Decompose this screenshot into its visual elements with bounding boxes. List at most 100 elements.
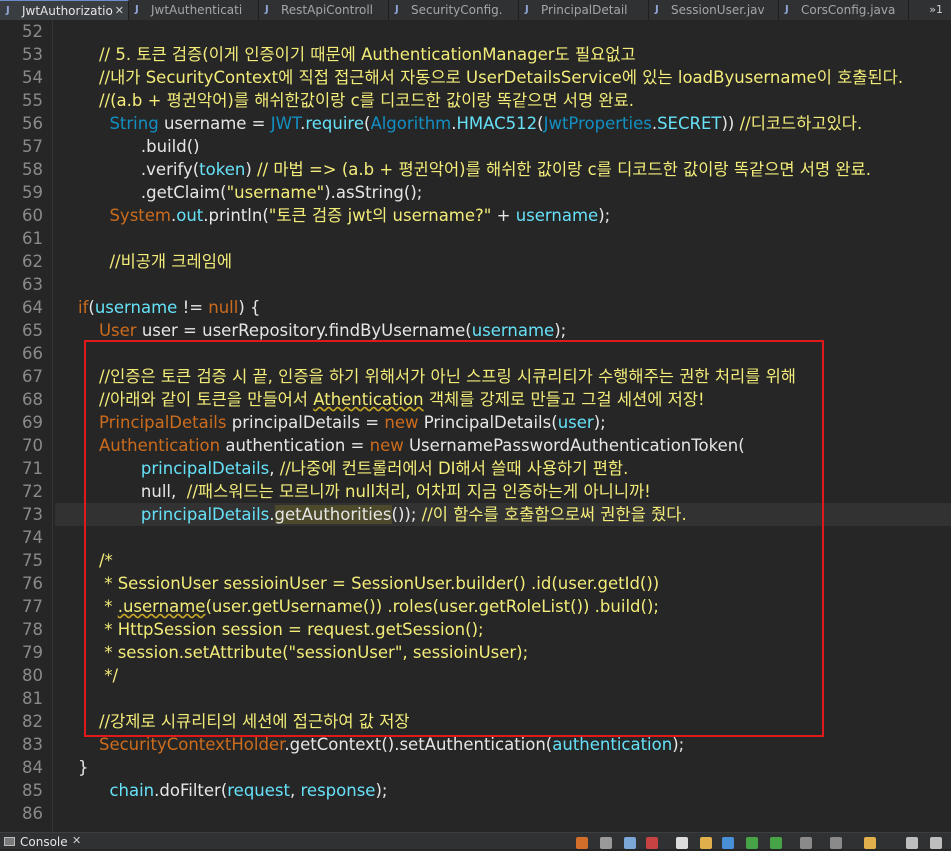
minimize-icon[interactable] [906, 837, 918, 849]
code-token: != [177, 298, 209, 317]
tab-label: RestApiControll [281, 3, 374, 17]
stop-icon[interactable] [646, 837, 658, 849]
tab-label: JwtAuthenticati [151, 3, 243, 17]
code-token: } [77, 758, 89, 777]
code-text: * SessionUser sessioinUser = SessionUser… [57, 572, 659, 595]
code-token: SecurityContextHolder [98, 735, 285, 754]
code-editor[interactable]: 52 53 // 5. 토큰 검증(이게 인증이기 때문에 Authenticat… [0, 20, 951, 832]
code-token: * [104, 597, 118, 616]
code-line: 69 PrincipalDetails principalDetails = n… [0, 411, 951, 434]
line-number: 69 [22, 413, 43, 432]
code-token: // 마법 => (a.b + 평귄악어)를 해쉬한 값이랑 c를 디코드한 값… [257, 160, 872, 179]
code-token: .verify( [140, 160, 200, 179]
new-console-icon[interactable] [864, 837, 876, 849]
java-file-icon: J [655, 4, 659, 15]
code-token: null [208, 298, 239, 317]
scroll-lock-icon[interactable] [700, 837, 712, 849]
code-token: User [98, 321, 137, 340]
code-line: 72 null, //패스워드는 모르니까 null처리, 어차피 지금 인증하… [0, 480, 951, 503]
code-token: PrincipalDetails [98, 413, 227, 432]
code-token: (user.getUsername()) .roles(user.getRole… [205, 597, 659, 616]
code-line: 63 [0, 273, 951, 296]
line-number: 63 [22, 275, 43, 294]
code-token: new [369, 436, 404, 455]
code-token: Algorithm [370, 114, 452, 133]
code-line: 79 * session.setAttribute("sessionUser",… [0, 641, 951, 664]
editor-tab-bar: J JwtAuthorizatio ✕ J JwtAuthenticati J RestAp… [0, 0, 951, 21]
code-line: 71 principalDetails, //나중에 컨트롤러에서 DI해서 쓸… [0, 457, 951, 480]
show-console-icon[interactable] [770, 837, 782, 849]
code-text: principalDetails.getAuthorities()); //이 … [57, 503, 687, 526]
code-token: * HttpSession session = request.getSessi… [104, 620, 484, 639]
editor-tab[interactable]: J SessionUser.jav [649, 0, 779, 20]
code-text: SecurityContextHolder.getContext().setAu… [57, 733, 684, 756]
code-line: 59 .getClaim("username").asString(); [0, 181, 951, 204]
editor-tab[interactable]: J PrincipalDetail [519, 0, 649, 20]
code-token: principalDetails = [226, 413, 385, 432]
pin-console-icon[interactable] [746, 837, 758, 849]
remove-launch-icon[interactable] [600, 837, 612, 849]
java-file-icon: J [135, 4, 139, 15]
line-number: 84 [22, 758, 43, 777]
display-selected-icon[interactable] [800, 837, 812, 849]
code-token: require [305, 114, 364, 133]
close-icon[interactable]: ✕ [72, 834, 81, 847]
code-text: // 5. 토큰 검증(이게 인증이기 때문에 AuthenticationMa… [57, 43, 636, 66]
code-line: 81 [0, 687, 951, 710]
line-number: 79 [22, 643, 43, 662]
code-line: 76 * SessionUser sessioinUser = SessionU… [0, 572, 951, 595]
java-file-icon: J [6, 5, 10, 16]
code-token: * session.setAttribute("sessionUser", se… [104, 643, 529, 662]
line-number: 62 [22, 252, 43, 271]
code-line: 54 //내가 SecurityContext에 직접 접근해서 자동으로 Us… [0, 66, 951, 89]
code-token: .println( [203, 206, 269, 225]
tab-label: CorsConfig.java [801, 3, 896, 17]
code-token: //비공개 크레임에 [109, 252, 233, 271]
editor-tab[interactable]: J SecurityConfig. [389, 0, 519, 20]
code-line: 60 System.out.println("토큰 검증 jwt의 userna… [0, 204, 951, 227]
code-token: token [199, 160, 246, 179]
word-wrap-icon[interactable] [722, 837, 734, 849]
line-number: 75 [22, 551, 43, 570]
code-token: authentication [552, 735, 673, 754]
code-token: HMAC512 [456, 114, 538, 133]
editor-tab[interactable]: J JwtAuthorizatio ✕ [0, 0, 129, 20]
console-tab[interactable]: Console [0, 833, 68, 849]
code-line: 68 //아래와 같이 토큰을 만들어서 Athentication 객체를 강… [0, 388, 951, 411]
editor-tab[interactable]: J CorsConfig.java [779, 0, 909, 20]
code-line: 64 if(username != null) { [0, 296, 951, 319]
line-number: 68 [22, 390, 43, 409]
code-text: /* [57, 549, 113, 572]
maximize-icon[interactable] [930, 837, 942, 849]
code-token: //나중에 컨트롤러에서 DI해서 쓸때 사용하기 편함. [279, 459, 629, 478]
line-number: 55 [22, 91, 43, 110]
code-line: 61 [0, 227, 951, 250]
line-number: 83 [22, 735, 43, 754]
line-number: 52 [22, 22, 43, 41]
close-tab-icon[interactable]: ✕ [115, 1, 124, 20]
code-token: .getContext().setAuthentication( [284, 735, 553, 754]
code-token: . [269, 505, 275, 524]
code-token: , [269, 459, 280, 478]
editor-tab[interactable]: J RestApiControll [259, 0, 389, 20]
editor-tab[interactable]: J JwtAuthenticati [129, 0, 259, 20]
refresh-icon[interactable] [576, 837, 588, 849]
code-token: user [557, 413, 594, 432]
code-token: username [471, 321, 555, 340]
code-text: .getClaim("username").asString(); [57, 181, 422, 204]
java-file-icon: J [785, 4, 789, 15]
clear-console-icon[interactable] [676, 837, 688, 849]
terminate-all-icon[interactable] [624, 837, 636, 849]
code-token: //이 함수를 호출함으로써 권한을 줬다. [421, 505, 687, 524]
open-console-icon[interactable] [830, 837, 842, 849]
code-line: 55 //(a.b + 평귄악어)를 해쉬한값이랑 c를 디코드한 값이랑 똑같… [0, 89, 951, 112]
tab-overflow-button[interactable]: »1 [929, 0, 943, 20]
code-token: request [227, 781, 290, 800]
tab-label: SecurityConfig. [411, 3, 503, 17]
